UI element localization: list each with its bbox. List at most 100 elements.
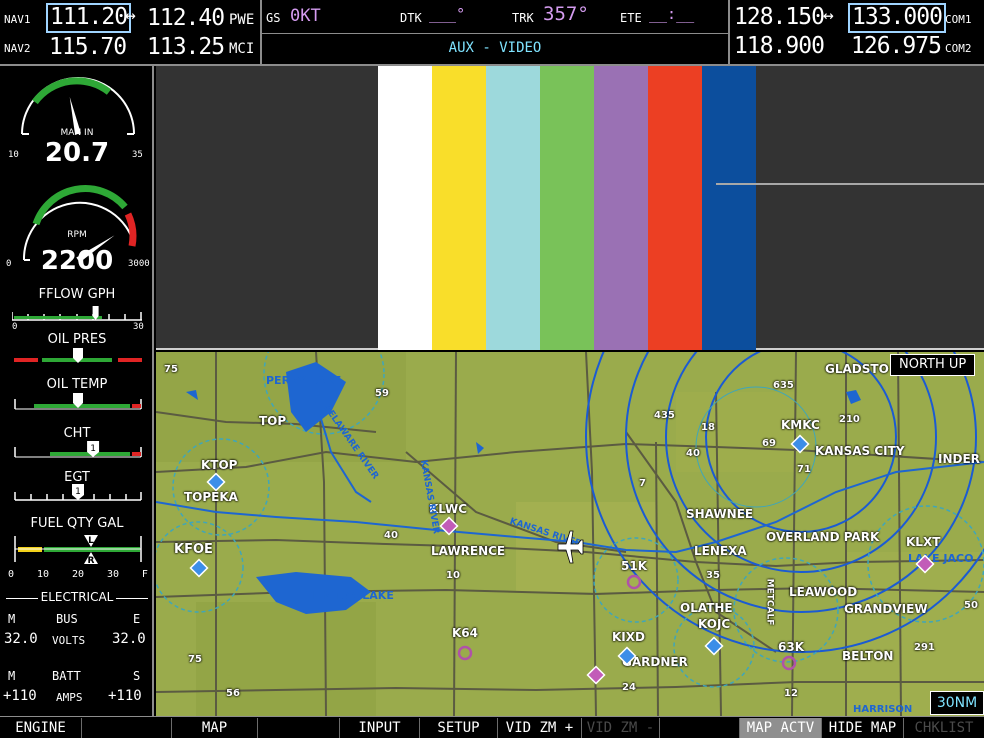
cht-label: CHT — [63, 426, 91, 441]
com1-label: COM1 — [945, 13, 972, 26]
com1-transfer-arrow: ↔ — [823, 5, 834, 26]
ete-label: ETE — [620, 11, 642, 25]
nav1-transfer-arrow: ↔ — [125, 5, 136, 26]
nav2-station-id: MCI — [229, 41, 255, 57]
51k-airport-icon — [626, 574, 642, 590]
nav2-label: NAV2 — [4, 42, 31, 55]
63k-airport-icon — [781, 655, 797, 671]
nav1-label: NAV1 — [4, 13, 31, 26]
nav2-standby-frequency[interactable]: 113.25 — [147, 34, 225, 60]
fuel-scale-10: 10 — [36, 569, 50, 580]
nav1-station-id: PWE — [229, 12, 255, 28]
softkey-chklist[interactable]: CHKLIST — [904, 718, 984, 738]
dtk-label: DTK — [400, 11, 422, 25]
page-title: AUX - VIDEO — [448, 40, 542, 56]
softkey-input[interactable]: INPUT — [340, 718, 420, 738]
amps-s-value: +110 — [108, 688, 142, 704]
cht-cylinder-number: 1 — [90, 444, 96, 454]
com2-label: COM2 — [945, 42, 972, 55]
color-bar-5 — [594, 66, 648, 350]
softkey-blank-9[interactable] — [660, 718, 740, 738]
fuel-qty-bar-gauge: L R — [14, 535, 142, 566]
fuel-scale-full: F — [141, 569, 148, 580]
softkey-hide-map[interactable]: HIDE MAP — [822, 718, 904, 738]
batt-label: BATT — [52, 669, 81, 683]
nav-com-bar: NAV1 111.20 ↔ 112.40 PWE NAV2 115.70 113… — [0, 0, 984, 66]
egt-cylinder-number: 1 — [75, 487, 81, 497]
egt-pointer: 1 — [72, 484, 84, 500]
amps-m-value: +110 — [3, 688, 37, 704]
bus-m-label: M — [8, 612, 16, 626]
kmkc-airport-icon — [790, 434, 810, 454]
kojc-airport-icon — [704, 636, 724, 656]
k64-airport-icon — [457, 645, 473, 661]
fflow-bar-gauge — [12, 306, 142, 321]
cht-bar-gauge: 1 — [14, 441, 142, 458]
klxt-airport-icon — [915, 554, 935, 574]
video-horizontal-line — [716, 183, 984, 185]
kixd-airport-icon — [617, 646, 637, 666]
man-in-label: MAN IN — [60, 128, 94, 138]
engine-indication-strip: MAN IN 10 20.7 35 RPM 0 2200 3000 FFLOW … — [0, 66, 154, 716]
navigation-map[interactable]: PERRY LAKE TOP KTOP TOPEKA KFOE CLINTON … — [156, 352, 984, 716]
com2-standby-frequency[interactable]: 126.975 — [851, 33, 942, 59]
volts-label: VOLTS — [52, 634, 86, 647]
trk-label: TRK — [512, 11, 534, 25]
softkey-map[interactable]: MAP — [172, 718, 258, 738]
bus-e-label: E — [133, 612, 141, 626]
man-in-value: 20.7 — [44, 138, 110, 168]
fflow-min: 0 — [12, 322, 18, 332]
color-bar-7 — [702, 66, 756, 350]
nav1-active-frequency[interactable]: 111.20 — [46, 3, 132, 33]
volts-e-value: 32.0 — [112, 631, 146, 647]
map-orientation-label[interactable]: NORTH UP — [890, 354, 976, 376]
fuel-qty-label: FUEL QTY GAL — [30, 516, 124, 531]
fuel-qty-scale: 0 10 20 30 F — [8, 569, 148, 580]
batt-m-label: M — [8, 669, 16, 683]
com1-standby-frequency[interactable]: 133.000 — [848, 3, 946, 33]
com1-active-frequency[interactable]: 128.150 — [734, 4, 825, 30]
fflow-label: FFLOW GPH — [38, 287, 116, 302]
softkey-blank-4[interactable] — [258, 718, 340, 738]
color-bar-2 — [432, 66, 486, 350]
softkey-engine[interactable]: ENGINE — [0, 718, 82, 738]
volts-m-value: 32.0 — [4, 631, 38, 647]
fuel-left-marker: L — [88, 536, 94, 546]
gs-value: 0KT — [290, 6, 321, 26]
aux-video-window[interactable] — [156, 66, 984, 350]
map-airport-symbols — [189, 434, 935, 685]
softkey-vid-zm-minus[interactable]: VID ZM - — [582, 718, 660, 738]
egt-label: EGT — [64, 470, 90, 485]
electrical-label: ELECTRICAL — [0, 590, 154, 604]
data-bar-divider — [262, 33, 728, 34]
rpm-max: 3000 — [128, 259, 150, 269]
nav2-active-frequency[interactable]: 115.70 — [49, 34, 127, 60]
kfoe-airport-icon — [189, 558, 209, 578]
fuel-scale-20: 20 — [71, 569, 84, 580]
softkey-map-actv[interactable]: MAP ACTV — [740, 718, 822, 738]
man-in-max: 35 — [132, 150, 143, 160]
map-range-label[interactable]: 30NM — [930, 691, 984, 715]
oil-pres-bar-gauge — [14, 348, 142, 363]
softkey-bar: ENGINE MAP INPUT SETUP VID ZM + VID ZM -… — [0, 716, 984, 738]
trk-value: 357° — [543, 3, 589, 25]
com2-active-frequency[interactable]: 118.900 — [734, 33, 825, 59]
color-bar-6 — [648, 66, 702, 350]
rpm-label: RPM — [67, 230, 87, 240]
softkey-vid-zm-plus[interactable]: VID ZM + — [498, 718, 582, 738]
fuel-right-marker: R — [88, 556, 95, 566]
color-bar-3 — [486, 66, 540, 350]
oil-temp-bar-gauge — [14, 393, 142, 410]
batt-s-label: S — [133, 669, 141, 683]
color-bar-1 — [378, 66, 432, 350]
ktop-airport-icon — [206, 472, 226, 492]
fuel-scale-0: 0 — [8, 569, 15, 580]
ete-value: __:__ — [649, 5, 695, 23]
dtk-value: ___° — [429, 5, 466, 23]
softkey-blank-2[interactable] — [82, 718, 172, 738]
softkey-setup[interactable]: SETUP — [420, 718, 498, 738]
amps-label: AMPS — [56, 691, 83, 704]
nav1-standby-frequency[interactable]: 112.40 — [147, 5, 225, 31]
oil-temp-label: OIL TEMP — [46, 377, 108, 392]
ownship-aircraft-icon — [557, 530, 584, 564]
